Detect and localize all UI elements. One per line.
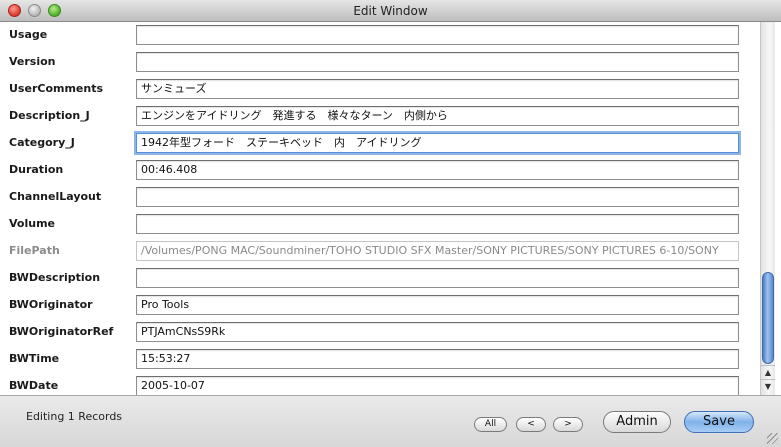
field-row-bworiginatorref: BWOriginatorRef PTJAmCNsS9Rk <box>0 319 760 346</box>
volume-field[interactable] <box>136 214 739 234</box>
usage-label: Usage <box>9 28 48 41</box>
scroll-down-icon[interactable]: ▼ <box>761 379 775 393</box>
title-bar: Edit Window <box>0 0 781 22</box>
resize-grip-icon[interactable] <box>767 433 778 444</box>
bottom-toolbar: Editing 1 Records All < > Admin Save <box>0 395 781 447</box>
field-row-bwtime: BWTime 15:53:27 <box>0 346 760 373</box>
usage-field[interactable] <box>136 25 739 45</box>
description-j-label: Description_J <box>9 109 90 122</box>
field-row-duration: Duration 00:46.408 <box>0 157 760 184</box>
category-j-label: Category_J <box>9 136 75 149</box>
status-text: Editing 1 Records <box>26 410 123 423</box>
field-row-bwdate: BWDate 2005-10-07 <box>0 373 760 395</box>
bwdate-field[interactable]: 2005-10-07 <box>136 376 739 395</box>
bwtime-label: BWTime <box>9 352 60 365</box>
admin-button[interactable]: Admin <box>603 411 671 433</box>
window-title: Edit Window <box>353 4 428 18</box>
field-row-usercomments: UserComments サンミューズ <box>0 76 760 103</box>
field-row-description-j: Description_J エンジンをアイドリング 発進する 様々なターン 内側… <box>0 103 760 130</box>
channellayout-label: ChannelLayout <box>9 190 102 203</box>
bwtime-field[interactable]: 15:53:27 <box>136 349 739 369</box>
bworiginatorref-label: BWOriginatorRef <box>9 325 114 338</box>
duration-field[interactable]: 00:46.408 <box>136 160 739 180</box>
bwdate-label: BWDate <box>9 379 59 392</box>
bworiginatorref-field[interactable]: PTJAmCNsS9Rk <box>136 322 739 342</box>
field-row-bworiginator: BWOriginator Pro Tools <box>0 292 760 319</box>
field-row-volume: Volume <box>0 211 760 238</box>
bworiginator-field[interactable]: Pro Tools <box>136 295 739 315</box>
filepath-field: /Volumes/PONG MAC/Soundminer/TOHO STUDIO… <box>136 241 739 261</box>
filepath-label: FilePath <box>9 244 60 257</box>
usercomments-field[interactable]: サンミューズ <box>136 79 739 99</box>
channellayout-field[interactable] <box>136 187 739 207</box>
bwdescription-label: BWDescription <box>9 271 101 284</box>
field-row-version: Version <box>0 49 760 76</box>
vertical-scrollbar[interactable]: ▲ ▼ <box>760 22 775 395</box>
usercomments-label: UserComments <box>9 82 104 95</box>
field-row-usage: Usage <box>0 22 760 49</box>
save-button[interactable]: Save <box>684 411 754 433</box>
field-row-bwdescription: BWDescription <box>0 265 760 292</box>
scroll-up-icon[interactable]: ▲ <box>761 365 775 379</box>
previous-button[interactable]: < <box>516 417 546 432</box>
next-button[interactable]: > <box>553 417 583 432</box>
scrollbar-thumb[interactable] <box>762 272 774 364</box>
field-row-filepath: FilePath /Volumes/PONG MAC/Soundminer/TO… <box>0 238 760 265</box>
duration-label: Duration <box>9 163 64 176</box>
volume-label: Volume <box>9 217 55 230</box>
field-row-channellayout: ChannelLayout <box>0 184 760 211</box>
category-j-field[interactable]: 1942年型フォード ステーキベッド 内 アイドリング <box>136 133 739 153</box>
all-button[interactable]: All <box>474 417 507 432</box>
version-field[interactable] <box>136 52 739 72</box>
bworiginator-label: BWOriginator <box>9 298 93 311</box>
metadata-form: Usage Version UserComments サンミューズ Descri… <box>0 22 760 395</box>
field-row-category-j: Category_J 1942年型フォード ステーキベッド 内 アイドリング <box>0 130 760 157</box>
version-label: Version <box>9 55 56 68</box>
bwdescription-field[interactable] <box>136 268 739 288</box>
description-j-field[interactable]: エンジンをアイドリング 発進する 様々なターン 内側から <box>136 106 739 126</box>
